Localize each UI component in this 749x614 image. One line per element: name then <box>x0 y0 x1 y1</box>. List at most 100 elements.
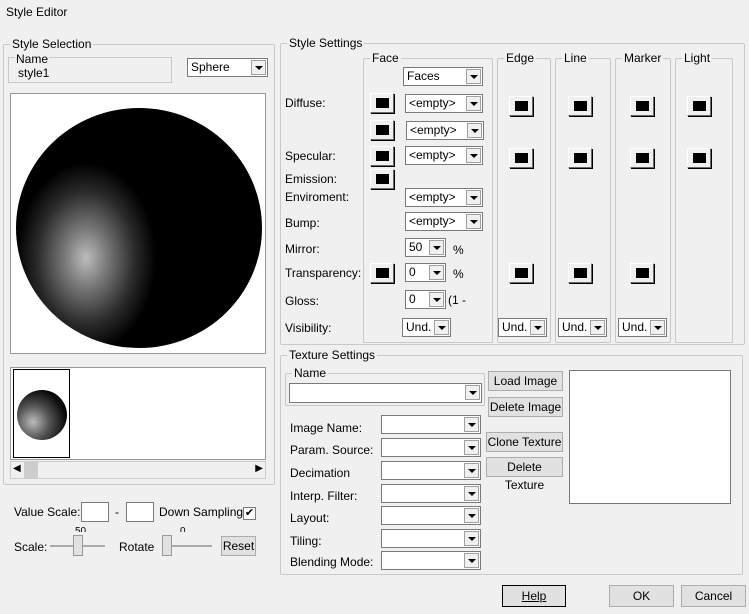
column-label: Face <box>370 51 401 65</box>
marker-specular-color-button[interactable] <box>630 148 654 168</box>
diffuse2-color-button[interactable] <box>370 120 394 140</box>
gloss-select[interactable]: 0 <box>405 290 446 309</box>
transparency-select[interactable]: 0 <box>405 263 446 282</box>
edge-specular-color-button[interactable] <box>509 148 533 168</box>
chevron-down-icon <box>464 463 479 478</box>
specular-texture-select[interactable]: <empty> <box>405 146 483 165</box>
marker-diffuse-color-button[interactable] <box>630 96 654 116</box>
chevron-down-icon <box>464 417 479 432</box>
chevron-down-icon <box>429 240 444 255</box>
layout-select[interactable] <box>381 506 481 525</box>
light-specular-color-button[interactable] <box>687 148 711 168</box>
help-button[interactable]: Help <box>502 585 566 607</box>
marker-visibility-select[interactable]: Und. <box>618 318 667 337</box>
emission-color-button[interactable] <box>370 169 394 189</box>
chevron-down-icon <box>429 265 444 280</box>
scroll-thumb[interactable] <box>24 462 38 478</box>
decimation-label: Decimation <box>290 466 351 480</box>
line-visibility-select[interactable]: Und. <box>558 318 607 337</box>
group-label: Style Selection <box>10 37 94 51</box>
line-transparency-color-button[interactable] <box>568 263 592 283</box>
param-source-label: Param. Source: <box>290 443 374 457</box>
reset-button[interactable]: Reset <box>221 536 256 556</box>
dash: - <box>115 505 119 519</box>
bump-texture-select[interactable]: <empty> <box>405 212 483 231</box>
rotate-label: Rotate <box>119 540 155 554</box>
chevron-down-icon <box>464 553 479 568</box>
mirror-select[interactable]: 50 <box>405 238 446 257</box>
value-scale-max[interactable] <box>126 502 154 522</box>
blending-mode-label: Blending Mode: <box>290 555 374 569</box>
chevron-down-icon <box>251 60 266 75</box>
scale-slider-thumb[interactable] <box>73 535 83 556</box>
style-name: style1 <box>18 66 50 80</box>
load-image-button[interactable]: Load Image <box>488 371 563 391</box>
specular-color-button[interactable] <box>370 146 394 166</box>
line-diffuse-color-button[interactable] <box>568 96 592 116</box>
interp-filter-select[interactable] <box>381 484 481 503</box>
decimation-select[interactable] <box>381 461 481 480</box>
ok-button[interactable]: OK <box>609 585 674 607</box>
line-specular-color-button[interactable] <box>568 148 592 168</box>
name-label: Name <box>15 52 50 66</box>
chevron-down-icon <box>590 320 605 335</box>
clone-texture-button[interactable]: Clone Texture <box>486 432 563 452</box>
cancel-button[interactable]: Cancel <box>681 585 746 607</box>
column-label: Edge <box>504 51 537 65</box>
param-source-select[interactable] <box>381 438 481 457</box>
scroll-right-icon[interactable]: ▶ <box>255 463 263 474</box>
face-mode-select[interactable]: Faces <box>403 67 483 86</box>
sphere-preview <box>16 108 262 348</box>
specular-label: Specular: <box>285 149 336 163</box>
percent-label: % <box>453 243 464 257</box>
transparency-color-button[interactable] <box>370 263 394 283</box>
bump-label: Bump: <box>285 216 320 230</box>
scale-value: 50 <box>75 526 87 532</box>
rotate-value: 0 <box>180 526 186 532</box>
image-name-select[interactable] <box>381 415 481 434</box>
down-sampling-checkbox[interactable]: ✔ <box>243 507 256 520</box>
percent-label: % <box>453 267 464 281</box>
emission-label: Emission: <box>285 172 338 186</box>
marker-transparency-color-button[interactable] <box>630 263 654 283</box>
interp-filter-label: Interp. Filter: <box>290 489 358 503</box>
gloss-label: Gloss: <box>285 294 320 308</box>
edge-transparency-color-button[interactable] <box>509 263 533 283</box>
chevron-down-icon <box>464 440 479 455</box>
chevron-down-icon <box>467 123 482 138</box>
rotate-slider-thumb[interactable] <box>162 535 172 556</box>
chevron-down-icon <box>530 320 545 335</box>
diffuse2-texture-select[interactable]: <empty> <box>406 121 484 140</box>
chevron-down-icon <box>429 292 444 307</box>
diffuse-color-button[interactable] <box>370 93 394 113</box>
value-scale-min[interactable] <box>81 502 109 522</box>
style-preview <box>10 93 266 354</box>
group-label: Texture Settings <box>287 348 378 362</box>
edge-visibility-select[interactable]: Und. <box>498 318 547 337</box>
delete-image-button[interactable]: Delete Image <box>488 397 563 417</box>
image-name-label: Image Name: <box>290 421 363 435</box>
horizontal-scrollbar[interactable]: ◀ ▶ <box>10 461 266 479</box>
column-label: Line <box>562 51 589 65</box>
column-label: Light <box>682 51 713 65</box>
light-diffuse-color-button[interactable] <box>687 96 711 116</box>
face-visibility-select[interactable]: Und. <box>402 318 451 337</box>
shape-select[interactable]: Sphere <box>187 58 268 77</box>
visibility-label: Visibility: <box>285 321 332 335</box>
tiling-select[interactable] <box>381 529 481 548</box>
thumbnail-item[interactable] <box>13 369 70 458</box>
scroll-left-icon[interactable]: ◀ <box>13 463 21 474</box>
chevron-down-icon <box>465 385 480 400</box>
chevron-down-icon <box>434 320 449 335</box>
chevron-down-icon <box>466 190 481 205</box>
environment-texture-select[interactable]: <empty> <box>405 188 483 207</box>
texture-name-select[interactable] <box>289 383 482 403</box>
edge-diffuse-color-button[interactable] <box>509 96 533 116</box>
blending-mode-select[interactable] <box>381 551 481 570</box>
sphere-thumbnail <box>17 390 67 440</box>
delete-texture-button[interactable]: Delete Texture <box>486 457 563 492</box>
mirror-label: Mirror: <box>285 242 320 256</box>
thumbnail-list[interactable] <box>10 367 266 460</box>
diffuse-texture-select[interactable]: <empty> <box>405 94 483 113</box>
texture-preview <box>569 370 731 504</box>
